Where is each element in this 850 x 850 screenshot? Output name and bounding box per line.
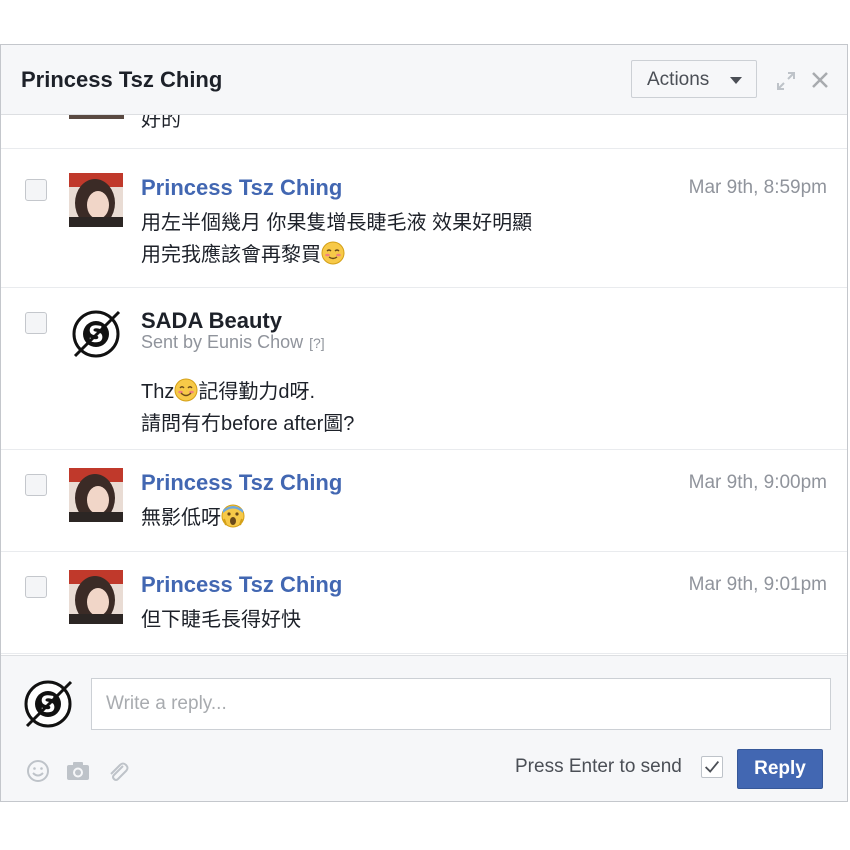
select-checkbox[interactable]: [25, 576, 47, 598]
select-checkbox[interactable]: [25, 179, 47, 201]
message-line: 無影低呀: [141, 502, 245, 534]
close-icon[interactable]: [809, 69, 831, 91]
message-text: Thz: [141, 381, 175, 403]
smiling-blush-emoji-icon: [321, 241, 345, 265]
press-enter-checkbox[interactable]: [701, 756, 723, 778]
expand-icon[interactable]: [775, 70, 797, 92]
message-text: 無影低呀: [141, 507, 221, 529]
message-item: Princess Tsz Ching Mar 9th, 9:00pm 無影低呀: [1, 450, 847, 552]
select-checkbox[interactable]: [25, 312, 47, 334]
sada-beauty-logo[interactable]: S: [69, 306, 123, 360]
sender-name[interactable]: SADA Beauty: [141, 308, 282, 334]
previous-message-cutoff: 好的: [1, 115, 847, 149]
attachment-icon[interactable]: [105, 758, 131, 784]
sender-name[interactable]: Princess Tsz Ching: [141, 572, 342, 598]
avatar-princess-tsz-ching[interactable]: [69, 570, 123, 624]
actions-label: Actions: [647, 69, 710, 90]
select-checkbox[interactable]: [25, 474, 47, 496]
timestamp: Mar 9th, 8:59pm: [688, 177, 827, 198]
message-thread[interactable]: 好的 Princess Tsz Ching Mar 9th, 8:59pm 用左…: [1, 115, 847, 655]
message-window: Princess Tsz Ching Actions 好的 Princess T…: [0, 44, 848, 802]
sender-name[interactable]: Princess Tsz Ching: [141, 470, 342, 496]
message-body: 但下睫毛長得好快: [141, 604, 301, 636]
screaming-emoji-icon: [221, 504, 245, 528]
message-item: Princess Tsz Ching Mar 9th, 8:59pm 用左半個幾…: [1, 155, 847, 288]
caret-down-icon: [730, 77, 742, 84]
conversation-header: Princess Tsz Ching Actions: [1, 45, 847, 115]
smiling-emoji-icon: [174, 378, 198, 402]
message-item: S SADA Beauty Sent by Eunis Chow [?] Thz …: [1, 288, 847, 450]
message-text: 好的: [141, 115, 181, 131]
avatar: [69, 115, 124, 119]
message-line: Thz 記得勤力d呀.: [141, 376, 354, 408]
message-line: 用左半個幾月 你果隻增長睫毛液 效果好明顯: [141, 212, 533, 234]
message-body: 無影低呀: [141, 502, 245, 534]
message-line: 但下睫毛長得好快: [141, 609, 301, 631]
actions-dropdown[interactable]: Actions: [631, 60, 757, 98]
avatar-princess-tsz-ching[interactable]: [69, 468, 123, 522]
message-body: 用左半個幾月 你果隻增長睫毛液 效果好明顯 用完我應該會再黎買: [141, 207, 532, 271]
emoji-icon[interactable]: [25, 758, 51, 784]
reply-composer: S Press Enter to send Reply: [1, 655, 847, 801]
conversation-title: Princess Tsz Ching: [21, 67, 223, 92]
reply-input[interactable]: [91, 678, 831, 730]
message-line: 請問有冇before after圖?: [141, 413, 355, 435]
avatar-princess-tsz-ching[interactable]: [69, 173, 123, 227]
sada-beauty-logo: S: [24, 680, 73, 728]
press-enter-label: Press Enter to send: [515, 756, 682, 777]
reply-button[interactable]: Reply: [737, 749, 823, 789]
help-link[interactable]: [?]: [309, 335, 325, 351]
message-item: Princess Tsz Ching Mar 9th, 9:01pm 但下睫毛長…: [1, 552, 847, 654]
camera-icon[interactable]: [65, 758, 91, 784]
timestamp: Mar 9th, 9:01pm: [688, 574, 827, 595]
message-line: 用完我應該會再黎買: [141, 239, 532, 271]
sent-by-text: Sent by Eunis Chow: [141, 332, 304, 352]
message-body: Thz 記得勤力d呀. 請問有冇before after圖?: [141, 376, 354, 440]
message-text: 用完我應該會再黎買: [141, 244, 321, 266]
sender-name[interactable]: Princess Tsz Ching: [141, 175, 342, 201]
check-icon: [704, 760, 720, 773]
sent-by-label: Sent by Eunis Chow [?]: [141, 332, 325, 353]
timestamp: Mar 9th, 9:00pm: [688, 472, 827, 493]
message-text: 記得勤力d呀.: [198, 381, 316, 403]
